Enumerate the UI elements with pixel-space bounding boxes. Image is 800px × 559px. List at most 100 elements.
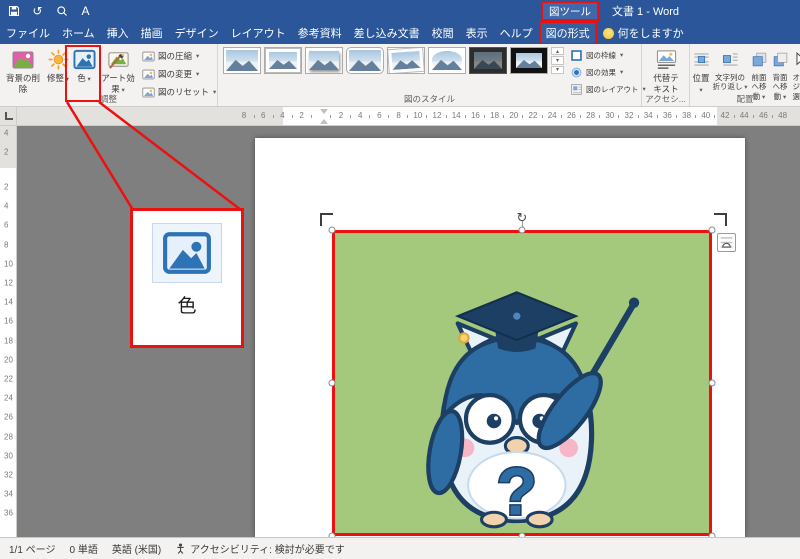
layout-options-button[interactable] bbox=[717, 233, 736, 252]
ruler-number: 30 bbox=[605, 111, 614, 120]
selection-handle[interactable] bbox=[329, 533, 336, 538]
artistic-effects-icon bbox=[107, 47, 130, 72]
ruler-number: 6 bbox=[377, 111, 381, 120]
save-icon[interactable] bbox=[6, 3, 21, 19]
ruler-number: 10 bbox=[4, 259, 13, 268]
picture-style-5[interactable] bbox=[387, 47, 425, 74]
menu-bar: ファイルホーム挿入描画デザインレイアウト参考資料差し込み文書校閲表示ヘルプ図の形… bbox=[0, 22, 800, 44]
color-button[interactable]: 色 bbox=[71, 47, 97, 84]
tab-8[interactable]: 校閲 bbox=[426, 21, 460, 45]
title-bar: ↺ A 図ツール 文書 1 - Word bbox=[0, 0, 800, 22]
picture-effects-button[interactable]: 図の効果 bbox=[570, 65, 646, 79]
picture-style-8[interactable] bbox=[510, 47, 548, 74]
undo-icon[interactable]: ↺ bbox=[30, 3, 45, 19]
picture-style-7[interactable] bbox=[469, 47, 507, 74]
rotate-handle-icon[interactable]: ↻ bbox=[517, 210, 528, 226]
document-title: 文書 1 - Word bbox=[612, 0, 679, 22]
corrections-button[interactable]: 修整 bbox=[45, 47, 71, 84]
quick-access-toolbar: ↺ A bbox=[6, 0, 93, 22]
tell-me-box[interactable]: 何をしますか bbox=[603, 25, 684, 41]
picture-style-thumbnail-icon bbox=[391, 51, 420, 70]
ruler-number: 40 bbox=[701, 111, 710, 120]
tab-6[interactable]: 参考資料 bbox=[292, 21, 348, 45]
selection-handle[interactable] bbox=[709, 227, 716, 234]
selection-handle[interactable] bbox=[709, 380, 716, 387]
search-icon[interactable] bbox=[54, 3, 69, 19]
selection-handle[interactable] bbox=[709, 533, 716, 538]
tab-7[interactable]: 差し込み文書 bbox=[348, 21, 426, 45]
gallery-down-icon[interactable]: ▾ bbox=[551, 56, 564, 64]
picture-effects-icon bbox=[570, 66, 583, 79]
picture-style-4[interactable] bbox=[346, 47, 384, 74]
ruler-number: 14 bbox=[452, 111, 461, 120]
change-picture-button[interactable]: 図の変更 bbox=[142, 67, 216, 81]
group-label-adjust: 調整 bbox=[0, 93, 217, 105]
page-indicator[interactable]: 1/1 ページ bbox=[9, 541, 55, 556]
ruler-h[interactable]: 8642246810121416182022242628303234363840… bbox=[17, 107, 800, 126]
selection-handle[interactable] bbox=[519, 533, 526, 538]
ruler-number: 26 bbox=[4, 413, 13, 422]
tab-picture-format-active[interactable]: 図の形式 bbox=[539, 21, 597, 45]
picture-style-6[interactable] bbox=[428, 47, 466, 74]
ruler-number: 28 bbox=[586, 111, 595, 120]
ruler-number: 36 bbox=[4, 509, 13, 518]
selection-handle[interactable] bbox=[329, 227, 336, 234]
picture-style-options: 図の枠線 図の効果 図のレイアウト bbox=[570, 48, 646, 96]
picture-style-thumbnail-icon bbox=[226, 50, 258, 71]
ruler-number: 42 bbox=[721, 111, 730, 120]
ruler-number: 2 bbox=[339, 111, 343, 120]
tab-4[interactable]: デザイン bbox=[169, 21, 225, 45]
ruler-number: 32 bbox=[625, 111, 634, 120]
tab-9[interactable]: 表示 bbox=[460, 21, 494, 45]
ruler-number: 2 bbox=[4, 183, 8, 192]
group-picture-styles: ▴ ▾ ▾ 図の枠線 図の効果 図のレイアウト 図のスタイル bbox=[218, 44, 642, 106]
ruler-number: 8 bbox=[396, 111, 400, 120]
compress-picture-button[interactable]: 図の圧縮 bbox=[142, 49, 216, 63]
artistic-effects-button[interactable]: アート効果 bbox=[100, 47, 136, 95]
picture-style-2[interactable] bbox=[264, 47, 302, 74]
bring-forward-icon bbox=[751, 47, 768, 72]
language-indicator[interactable]: 英語 (米国) bbox=[112, 541, 161, 556]
ruler-number: 8 bbox=[242, 111, 246, 120]
tab-10[interactable]: ヘルプ bbox=[494, 21, 539, 45]
remove-background-icon bbox=[11, 47, 35, 72]
wrap-text-button[interactable]: 文字列の折り返し bbox=[712, 47, 748, 93]
accessibility-status[interactable]: アクセシビリティ: 検討が必要です bbox=[175, 541, 344, 556]
picture-border-button[interactable]: 図の枠線 bbox=[570, 48, 646, 62]
picture-tools-context-label[interactable]: 図ツール bbox=[541, 1, 599, 21]
compress-picture-icon bbox=[142, 50, 155, 63]
remove-background-button[interactable]: 背景の削除 bbox=[2, 47, 44, 94]
selected-picture[interactable]: ? bbox=[332, 230, 712, 536]
picture-style-1[interactable] bbox=[223, 47, 261, 74]
ruler-v[interactable]: 4224681012141618202224262830323436 bbox=[0, 126, 17, 537]
gallery-more-icon[interactable]: ▾ bbox=[551, 66, 564, 74]
tab-2[interactable]: 挿入 bbox=[101, 21, 135, 45]
position-button[interactable]: 位置 bbox=[691, 47, 711, 95]
selection-handle[interactable] bbox=[329, 380, 336, 387]
picture-style-thumbnail-icon bbox=[432, 51, 462, 70]
tab-5[interactable]: レイアウト bbox=[225, 21, 292, 45]
word-count[interactable]: 0 単語 bbox=[69, 541, 97, 556]
selection-handle[interactable] bbox=[519, 227, 526, 234]
ruler-number: 2 bbox=[4, 148, 8, 157]
hanging-indent-marker[interactable] bbox=[320, 115, 328, 124]
ruler-number: 22 bbox=[529, 111, 538, 120]
ruler-number: 14 bbox=[4, 298, 13, 307]
corner-mark-right-icon bbox=[714, 213, 727, 226]
group-label-accessibility: アクセシ... bbox=[642, 93, 689, 105]
tab-1[interactable]: ホーム bbox=[56, 21, 101, 45]
picture-style-3[interactable] bbox=[305, 47, 343, 74]
ruler-number: 36 bbox=[663, 111, 672, 120]
gallery-up-icon[interactable]: ▴ bbox=[551, 47, 564, 55]
picture-style-thumbnail-icon bbox=[269, 52, 297, 69]
ruler-number: 18 bbox=[490, 111, 499, 120]
tab-selector[interactable] bbox=[0, 107, 17, 126]
selection-pane-icon bbox=[792, 47, 800, 72]
read-aloud-icon[interactable]: A bbox=[78, 3, 93, 19]
callout-color-icon bbox=[152, 223, 222, 283]
alt-text-button[interactable]: 代替テキスト bbox=[652, 47, 680, 94]
tab-3[interactable]: 描画 bbox=[135, 21, 169, 45]
owl-mascot-illustration: ? bbox=[387, 284, 657, 533]
callout-color-label: 色 bbox=[177, 291, 196, 318]
tab-0[interactable]: ファイル bbox=[0, 21, 56, 45]
